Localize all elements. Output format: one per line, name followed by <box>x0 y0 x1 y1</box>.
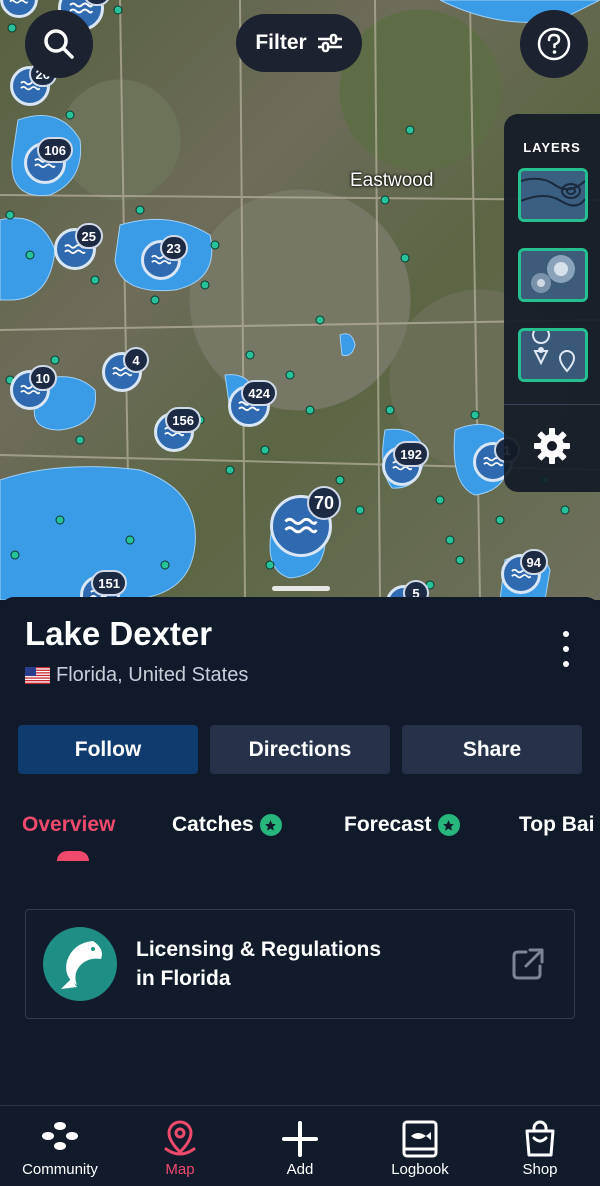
share-button[interactable]: Share <box>402 725 582 774</box>
lake-cluster[interactable]: 23 <box>141 235 188 280</box>
more-dot <box>563 661 569 667</box>
water-icon <box>9 0 29 4</box>
cluster-count: 70 <box>306 486 341 520</box>
filter-button[interactable]: Filter <box>236 14 362 72</box>
help-icon <box>537 27 571 61</box>
gear-icon[interactable] <box>532 426 572 466</box>
tab-overview[interactable]: Overview <box>22 813 115 837</box>
more-dot <box>563 646 569 652</box>
nav-map-label: Map <box>165 1161 195 1178</box>
lake-title: Lake Dexter <box>25 615 213 652</box>
cluster-count: 151 <box>91 570 127 596</box>
lake-details-sheet: Lake Dexter Florida, United States Follo… <box>0 597 600 1105</box>
tab-forecast[interactable]: Forecast <box>344 813 460 837</box>
tab-catches-label: Catches <box>172 813 254 836</box>
layers-divider <box>504 404 600 405</box>
nav-shop-label: Shop <box>522 1161 558 1178</box>
cluster-count: 10 <box>28 365 57 391</box>
lake-cluster[interactable]: 25 <box>54 223 103 270</box>
cluster-count: 94 <box>519 549 548 575</box>
nav-community-label: Community <box>22 1161 98 1178</box>
map-place-label: Eastwood <box>350 170 434 191</box>
nav-logbook-label: Logbook <box>391 1161 449 1178</box>
map-view[interactable]: 88 26 106 25 23 4 10 424 156 192 1 <box>0 0 600 600</box>
sheet-drag-handle[interactable] <box>272 586 330 591</box>
more-options-button[interactable] <box>556 631 576 667</box>
cluster-count: 424 <box>241 380 277 406</box>
more-dot <box>563 631 569 637</box>
nav-shop[interactable]: Shop <box>480 1106 600 1186</box>
tab-top-baits[interactable]: Top Bai <box>519 813 594 837</box>
water-icon <box>284 518 318 534</box>
nav-add-label: Add <box>286 1161 314 1178</box>
cluster-count: 192 <box>393 441 429 467</box>
search-icon <box>44 29 74 59</box>
lake-cluster[interactable]: 156 <box>154 407 201 452</box>
follow-button[interactable]: Follow <box>18 725 198 774</box>
us-flag-icon <box>25 667 50 684</box>
search-button[interactable] <box>25 10 93 78</box>
lake-cluster[interactable]: 192 <box>382 441 429 486</box>
lake-cluster[interactable]: 106 <box>24 137 73 184</box>
contour-layer-icon <box>521 171 585 219</box>
directions-button[interactable]: Directions <box>210 725 390 774</box>
tab-overview-label: Overview <box>22 813 116 836</box>
layer-pins-toggle[interactable] <box>518 328 588 382</box>
nav-map[interactable]: Map <box>120 1106 240 1186</box>
cluster-count: 4 <box>123 347 149 373</box>
cluster-count: 106 <box>37 137 73 163</box>
sliders-icon <box>317 33 342 53</box>
help-button[interactable] <box>520 10 588 78</box>
active-tab-indicator <box>57 851 89 861</box>
layer-contours-toggle[interactable] <box>518 168 588 222</box>
star-icon <box>437 814 460 836</box>
layers-panel: LAYERS <box>504 114 600 492</box>
nav-add[interactable]: Add <box>240 1106 360 1186</box>
fish-logo-icon <box>43 927 117 1001</box>
heatmap-layer-icon <box>521 251 585 299</box>
lake-cluster[interactable]: 4 <box>102 347 149 392</box>
tab-forecast-label: Forecast <box>344 813 432 836</box>
star-icon <box>259 814 282 836</box>
community-icon <box>42 1122 78 1150</box>
lake-cluster[interactable]: 70 <box>270 486 341 557</box>
lake-location: Florida, United States <box>56 664 249 686</box>
tab-top-baits-label: Top Bai <box>519 813 595 836</box>
regulations-line-2: in Florida <box>136 967 231 990</box>
cluster-count: 156 <box>165 407 201 433</box>
cluster-count: 25 <box>74 223 103 249</box>
lake-cluster[interactable]: 424 <box>228 380 277 427</box>
cluster-count: 23 <box>159 235 188 261</box>
shopping-bag-icon <box>525 1120 555 1157</box>
lake-cluster[interactable]: 10 <box>10 365 57 410</box>
layers-title: LAYERS <box>523 140 581 155</box>
bottom-navigation: Community Map Add Logbook Shop <box>0 1105 600 1186</box>
layer-heatmap-toggle[interactable] <box>518 248 588 302</box>
regulations-line-1: Licensing & Regulations <box>136 938 382 961</box>
tab-catches[interactable]: Catches <box>172 813 282 837</box>
regulations-card[interactable]: Licensing & Regulations in Florida <box>25 909 575 1019</box>
external-link-icon <box>512 948 544 980</box>
map-pin-icon <box>164 1120 196 1156</box>
plus-icon <box>282 1121 318 1157</box>
logbook-icon <box>402 1120 438 1158</box>
nav-logbook[interactable]: Logbook <box>360 1106 480 1186</box>
pins-layer-icon <box>521 331 585 379</box>
regulations-title: Licensing & Regulations in Florida <box>136 935 436 993</box>
filter-label: Filter <box>255 31 307 54</box>
lake-cluster[interactable]: 94 <box>501 549 548 594</box>
nav-community[interactable]: Community <box>0 1106 120 1186</box>
